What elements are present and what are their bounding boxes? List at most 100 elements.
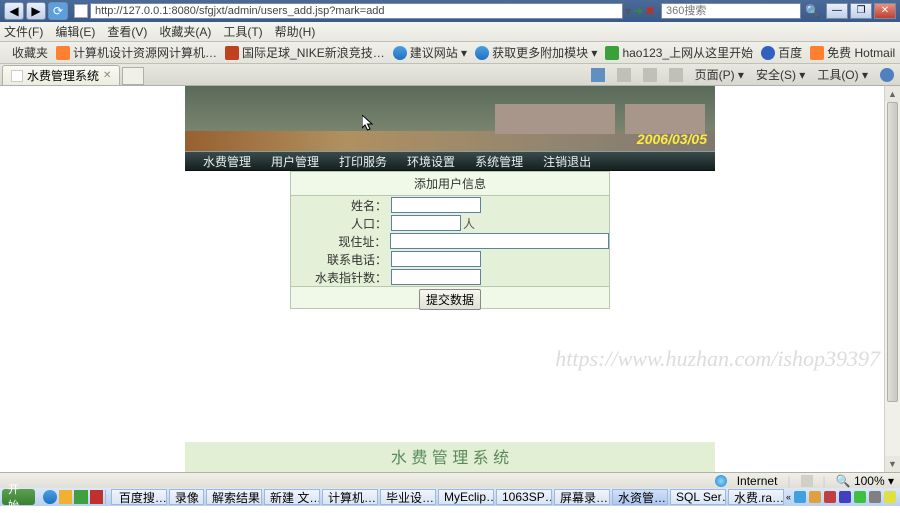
nav-print[interactable]: 打印服务 xyxy=(339,153,387,170)
close-button[interactable]: ✕ xyxy=(874,3,896,19)
bookmark-icon xyxy=(56,46,70,60)
bookmark-item[interactable]: 建议网站 ▾ xyxy=(393,44,467,61)
addr-go-icon[interactable]: ➔ xyxy=(633,4,643,18)
quicklaunch-icon[interactable] xyxy=(59,490,72,504)
tray-icon[interactable] xyxy=(869,491,881,503)
task-item[interactable]: 录像 xyxy=(169,489,204,505)
maximize-button[interactable]: ❐ xyxy=(850,3,872,19)
bookmark-item[interactable]: 计算机设计资源网计算机… xyxy=(56,44,217,61)
mail-icon[interactable] xyxy=(643,68,657,82)
forward-button[interactable]: ▶ xyxy=(26,2,46,20)
task-item[interactable]: 水资管… xyxy=(612,489,668,505)
help-icon[interactable] xyxy=(880,68,894,82)
task-item[interactable]: 新建 文… xyxy=(264,489,320,505)
nav-system[interactable]: 系统管理 xyxy=(475,153,523,170)
add-user-form: 添加用户信息 姓名： 人口：人 现住址： 联系电话： 水表指针数： 提交数据 xyxy=(290,171,610,309)
menu-tools[interactable]: 工具(T) xyxy=(223,23,262,40)
bookmark-icon xyxy=(761,46,775,60)
tray-icon[interactable] xyxy=(854,491,866,503)
submit-button[interactable]: 提交数据 xyxy=(419,289,481,310)
address-input[interactable] xyxy=(90,3,623,19)
windows-taskbar: 开始 百度搜… 录像 解索结果 新建 文… 计算机… 毕业设… MyEclip…… xyxy=(0,488,900,506)
search-button-icon[interactable]: 🔍 xyxy=(805,4,820,18)
bookmark-item[interactable]: 免费 Hotmail xyxy=(810,44,895,61)
favorites-label[interactable]: 收藏夹 xyxy=(12,44,48,61)
label-phone: 联系电话： xyxy=(291,251,391,268)
banner-image: 2006/03/05 xyxy=(185,86,715,151)
task-item[interactable]: 计算机… xyxy=(322,489,378,505)
input-meter[interactable] xyxy=(391,269,481,285)
task-item[interactable]: 屏幕录… xyxy=(554,489,610,505)
addr-dropdown-icon[interactable]: ▾ xyxy=(625,4,631,18)
form-title: 添加用户信息 xyxy=(291,172,609,196)
search-input[interactable] xyxy=(661,3,801,19)
input-name[interactable] xyxy=(391,197,481,213)
input-addr[interactable] xyxy=(390,233,609,249)
label-name: 姓名： xyxy=(291,197,391,214)
task-item[interactable]: 百度搜… xyxy=(111,489,167,505)
nav-env[interactable]: 环境设置 xyxy=(407,153,455,170)
scroll-up-icon[interactable]: ▲ xyxy=(885,86,900,102)
system-tray[interactable]: « xyxy=(786,491,900,503)
task-item[interactable]: 水费.ra… xyxy=(728,489,784,505)
scroll-thumb[interactable] xyxy=(887,102,898,402)
refresh-icon[interactable]: ⟳ xyxy=(48,2,68,20)
safety-menu[interactable]: 安全(S) ▾ xyxy=(756,66,805,83)
quicklaunch-icon[interactable] xyxy=(74,490,87,504)
tray-icon[interactable] xyxy=(809,491,821,503)
watermark-text: https://www.huzhan.com/ishop39397 xyxy=(555,346,880,372)
tray-icon[interactable] xyxy=(794,491,806,503)
tray-expand-icon[interactable]: « xyxy=(786,492,791,502)
banner-date: 2006/03/05 xyxy=(637,131,707,147)
menu-view[interactable]: 查看(V) xyxy=(107,23,147,40)
minimize-button[interactable]: — xyxy=(826,3,848,19)
quicklaunch-icon[interactable] xyxy=(43,490,56,504)
bookmark-icon xyxy=(810,46,824,60)
task-item[interactable]: MyEclip… xyxy=(438,489,494,505)
tray-icon[interactable] xyxy=(839,491,851,503)
menu-help[interactable]: 帮助(H) xyxy=(275,23,316,40)
bookmark-item[interactable]: hao123_上网从这里开始 xyxy=(605,44,753,61)
bookmark-item[interactable]: 百度 xyxy=(761,44,802,61)
tab-active[interactable]: 水费管理系统 ✕ xyxy=(2,65,120,85)
nav-fee[interactable]: 水费管理 xyxy=(203,153,251,170)
unit-pop: 人 xyxy=(463,215,475,232)
scroll-down-icon[interactable]: ▼ xyxy=(885,456,900,472)
menu-edit[interactable]: 编辑(E) xyxy=(55,23,95,40)
menu-file[interactable]: 文件(F) xyxy=(4,23,43,40)
tools-menu[interactable]: 工具(O) ▾ xyxy=(817,66,868,83)
zoom-label[interactable]: 🔍 100% ▾ xyxy=(836,474,894,488)
tray-icon[interactable] xyxy=(824,491,836,503)
task-item[interactable]: 毕业设… xyxy=(380,489,436,505)
menu-favorites[interactable]: 收藏夹(A) xyxy=(159,23,211,40)
vertical-scrollbar[interactable]: ▲ ▼ xyxy=(884,86,900,472)
status-bar: Internet | | 🔍 100% ▾ xyxy=(0,472,900,488)
task-item[interactable]: SQL Ser… xyxy=(670,489,726,505)
task-item[interactable]: 1063SP… xyxy=(496,489,552,505)
home-icon[interactable] xyxy=(591,68,605,82)
input-phone[interactable] xyxy=(391,251,481,267)
page-content: 2006/03/05 水费管理 用户管理 打印服务 环境设置 系统管理 注销退出… xyxy=(0,86,900,472)
print-icon[interactable] xyxy=(669,68,683,82)
bookmark-item[interactable]: 国际足球_NIKE新浪竞技… xyxy=(225,44,385,61)
tab-bar: 水费管理系统 ✕ 页面(P) ▾ 安全(S) ▾ 工具(O) ▾ xyxy=(0,64,900,86)
addr-stop-icon[interactable]: ✖ xyxy=(645,4,655,18)
input-pop[interactable] xyxy=(391,215,461,231)
tray-icon[interactable] xyxy=(884,491,896,503)
quicklaunch-icon[interactable] xyxy=(90,490,103,504)
bookmark-item[interactable]: 获取更多附加模块 ▾ xyxy=(475,44,597,61)
page-icon xyxy=(74,4,88,18)
back-button[interactable]: ◀ xyxy=(4,2,24,20)
bookmark-icon xyxy=(475,46,489,60)
task-item[interactable]: 解索结果 xyxy=(206,489,262,505)
internet-zone-label: Internet xyxy=(737,474,778,488)
menu-bar: 文件(F) 编辑(E) 查看(V) 收藏夹(A) 工具(T) 帮助(H) xyxy=(0,22,900,42)
page-menu[interactable]: 页面(P) ▾ xyxy=(695,66,744,83)
nav-user[interactable]: 用户管理 xyxy=(271,153,319,170)
new-tab-button[interactable] xyxy=(122,67,144,85)
nav-logout[interactable]: 注销退出 xyxy=(543,153,591,170)
start-button[interactable]: 开始 xyxy=(2,489,35,505)
bookmark-bar: 收藏夹 计算机设计资源网计算机… 国际足球_NIKE新浪竞技… 建议网站 ▾ 获… xyxy=(0,42,900,64)
tab-close-icon[interactable]: ✕ xyxy=(103,70,111,81)
feed-icon[interactable] xyxy=(617,68,631,82)
